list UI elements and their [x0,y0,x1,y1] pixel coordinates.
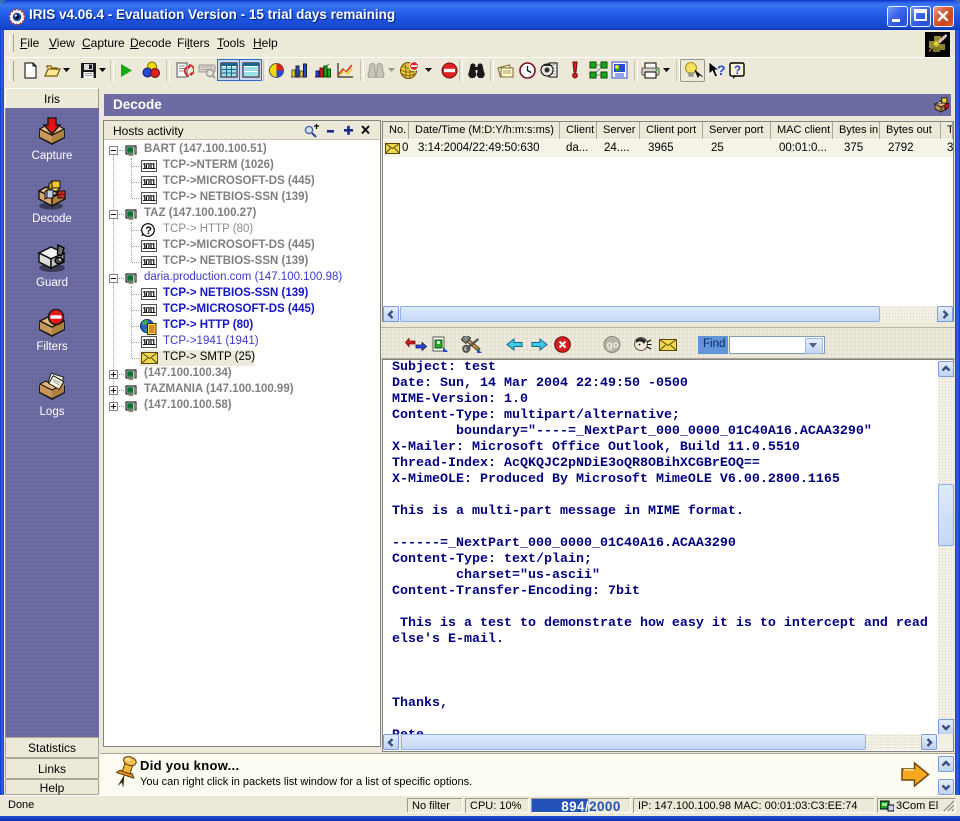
svg-text:1011: 1011 [142,258,156,267]
svg-text:1011: 1011 [142,178,156,187]
svg-text:?: ? [734,65,741,77]
svg-text:1011: 1011 [142,306,156,315]
svg-text:go: go [607,340,619,351]
svg-text:1011: 1011 [142,290,156,299]
svg-text:1011: 1011 [142,162,156,171]
svg-text:?: ? [717,62,726,78]
svg-text:1011: 1011 [142,338,156,347]
svg-text:?: ? [145,225,152,237]
svg-text:1011: 1011 [142,194,156,203]
svg-text:1011: 1011 [142,242,156,251]
